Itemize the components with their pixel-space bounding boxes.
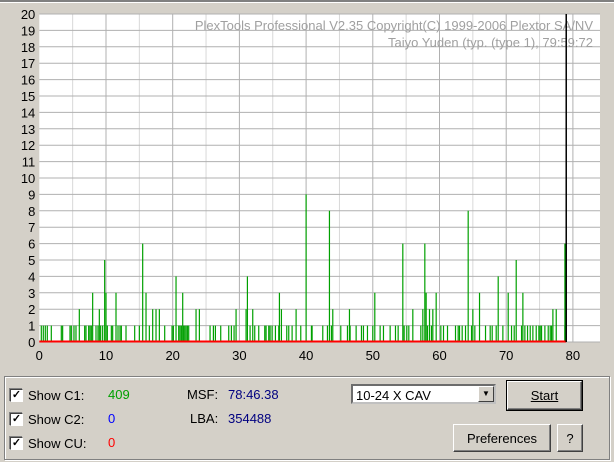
show-c2-label: Show C2: (28, 412, 85, 427)
checkbox-c1[interactable]: ✓ (10, 389, 23, 402)
y-tick-label: 8 (28, 204, 35, 219)
x-tick-label: 30 (232, 348, 246, 363)
preferences-label: Preferences (466, 430, 538, 446)
y-tick-label: 12 (21, 138, 35, 153)
y-tick-label: 15 (21, 89, 35, 104)
show-c2-checkbox[interactable]: ✓ Show C2: (10, 412, 84, 427)
y-tick-label: 16 (21, 73, 35, 88)
y-tick-label: 11 (22, 155, 36, 170)
y-tick-label: 18 (21, 40, 35, 55)
y-tick-label: 13 (21, 122, 35, 137)
show-c1-label: Show C1: (28, 388, 85, 403)
lba-label: LBA: (190, 411, 219, 426)
x-tick-label: 0 (36, 348, 43, 363)
checkbox-cu[interactable]: ✓ (10, 437, 23, 450)
y-tick-label: 10 (21, 171, 35, 186)
speed-value: 10-24 X CAV (356, 388, 431, 403)
show-cu-label: Show CU: (28, 436, 87, 451)
chart-right-margin (600, 14, 614, 372)
x-tick-label: 70 (499, 348, 513, 363)
speed-dropdown[interactable]: 10-24 X CAV ▼ (351, 384, 496, 404)
checkbox-c2[interactable]: ✓ (10, 413, 23, 426)
x-tick-label: 40 (299, 348, 313, 363)
overlay-text: PlexTools Professional V2.35 Copyright(C… (195, 18, 593, 33)
y-tick-label: 17 (21, 56, 35, 71)
cu-count: 0 (108, 435, 116, 450)
show-c1-checkbox[interactable]: ✓ Show C1: (10, 388, 84, 403)
error-chart: 012345678910111213141516171819200 10 20 30 4… (21, 7, 614, 372)
y-tick-label: 14 (21, 105, 35, 120)
x-tick-label: 10 (99, 348, 113, 363)
y-tick-label: 19 (21, 23, 35, 38)
overlay-text: Taiyo Yuden (typ. (type 1), 79:59:72 (388, 35, 593, 50)
show-cu-checkbox[interactable]: ✓ Show CU: (10, 436, 87, 451)
y-tick-label: 1 (28, 319, 35, 334)
c2-count: 0 (108, 411, 116, 426)
preferences-button[interactable]: Preferences (453, 424, 551, 452)
start-label: Start (530, 388, 559, 403)
y-tick-label: 4 (28, 269, 35, 284)
msf-label: MSF: (187, 387, 219, 402)
y-tick-label: 5 (28, 253, 35, 268)
lba-value: 354488 (228, 411, 272, 426)
help-label: ? (566, 430, 574, 446)
chevron-down-icon[interactable]: ▼ (478, 386, 494, 402)
y-tick-label: 20 (21, 7, 35, 22)
help-button[interactable]: ? (557, 424, 583, 452)
x-tick-label: 20 (165, 348, 179, 363)
y-tick-label: 3 (28, 286, 35, 301)
msf-value: 78:46.38 (228, 387, 279, 402)
x-tick-label: 50 (366, 348, 380, 363)
y-tick-label: 2 (28, 302, 35, 317)
c1-count: 409 (108, 387, 130, 402)
y-tick-label: 9 (28, 187, 35, 202)
y-tick-label: 0 (28, 335, 35, 350)
x-tick-label: 80 (566, 348, 580, 363)
y-tick-label: 6 (28, 237, 35, 252)
y-tick-label: 7 (28, 220, 35, 235)
start-button[interactable]: Start (506, 380, 583, 411)
x-tick-label: 60 (432, 348, 446, 363)
